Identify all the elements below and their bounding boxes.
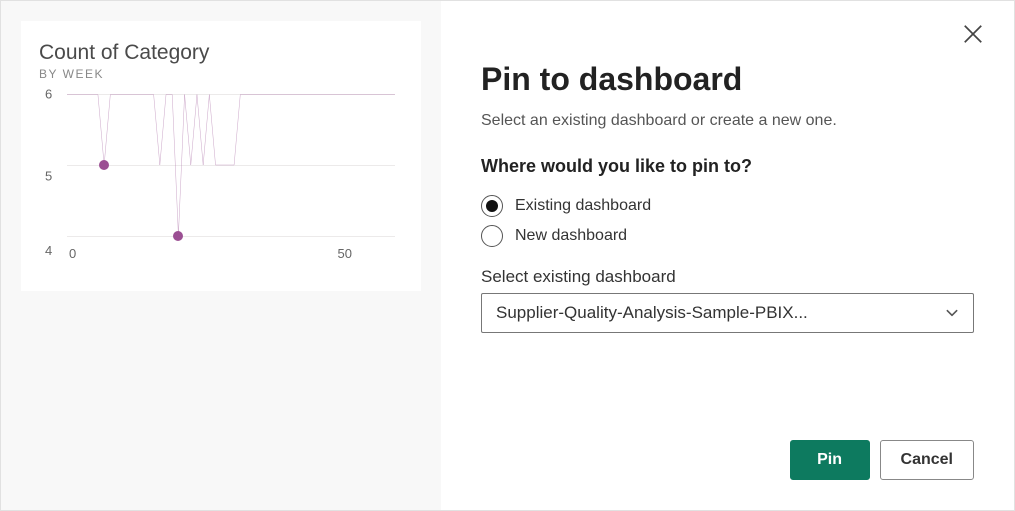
select-label: Select existing dashboard	[481, 267, 974, 287]
close-button[interactable]	[962, 23, 984, 45]
dialog-title: Pin to dashboard	[481, 61, 974, 98]
chart-plot: 6 5 4 0 50	[39, 91, 403, 261]
form-pane: Pin to dashboard Select an existing dash…	[441, 1, 1014, 510]
close-icon	[962, 23, 984, 45]
line-chart-svg	[67, 91, 395, 239]
chart-subtitle: BY WEEK	[39, 67, 403, 81]
chart-marker	[173, 231, 183, 241]
plot-area	[67, 91, 395, 239]
preview-pane: Count of Category BY WEEK 6 5 4 0 50	[1, 1, 441, 510]
pin-dialog: Count of Category BY WEEK 6 5 4 0 50	[1, 1, 1014, 510]
pin-button[interactable]: Pin	[790, 440, 870, 480]
radio-label: New dashboard	[515, 227, 627, 245]
dialog-description: Select an existing dashboard or create a…	[481, 112, 974, 130]
radio-new-dashboard[interactable]: New dashboard	[481, 225, 974, 247]
y-tick-4: 4	[45, 243, 52, 258]
radio-icon	[481, 195, 503, 217]
y-tick-5: 5	[45, 169, 52, 184]
x-tick-50: 50	[337, 246, 351, 261]
chevron-down-icon	[945, 306, 959, 320]
button-row: Pin Cancel	[481, 400, 974, 480]
radio-group: Existing dashboard New dashboard	[481, 187, 974, 247]
button-label: Pin	[817, 451, 842, 469]
radio-existing-dashboard[interactable]: Existing dashboard	[481, 195, 974, 217]
cancel-button[interactable]: Cancel	[880, 440, 974, 480]
where-heading: Where would you like to pin to?	[481, 156, 974, 177]
y-tick-6: 6	[45, 87, 52, 102]
dashboard-select[interactable]: Supplier-Quality-Analysis-Sample-PBIX...	[481, 293, 974, 333]
chart-title: Count of Category	[39, 41, 403, 65]
radio-icon	[481, 225, 503, 247]
select-value: Supplier-Quality-Analysis-Sample-PBIX...	[496, 303, 937, 323]
radio-label: Existing dashboard	[515, 197, 651, 215]
chart-preview-card: Count of Category BY WEEK 6 5 4 0 50	[21, 21, 421, 291]
x-tick-0: 0	[69, 246, 76, 261]
button-label: Cancel	[901, 451, 953, 469]
